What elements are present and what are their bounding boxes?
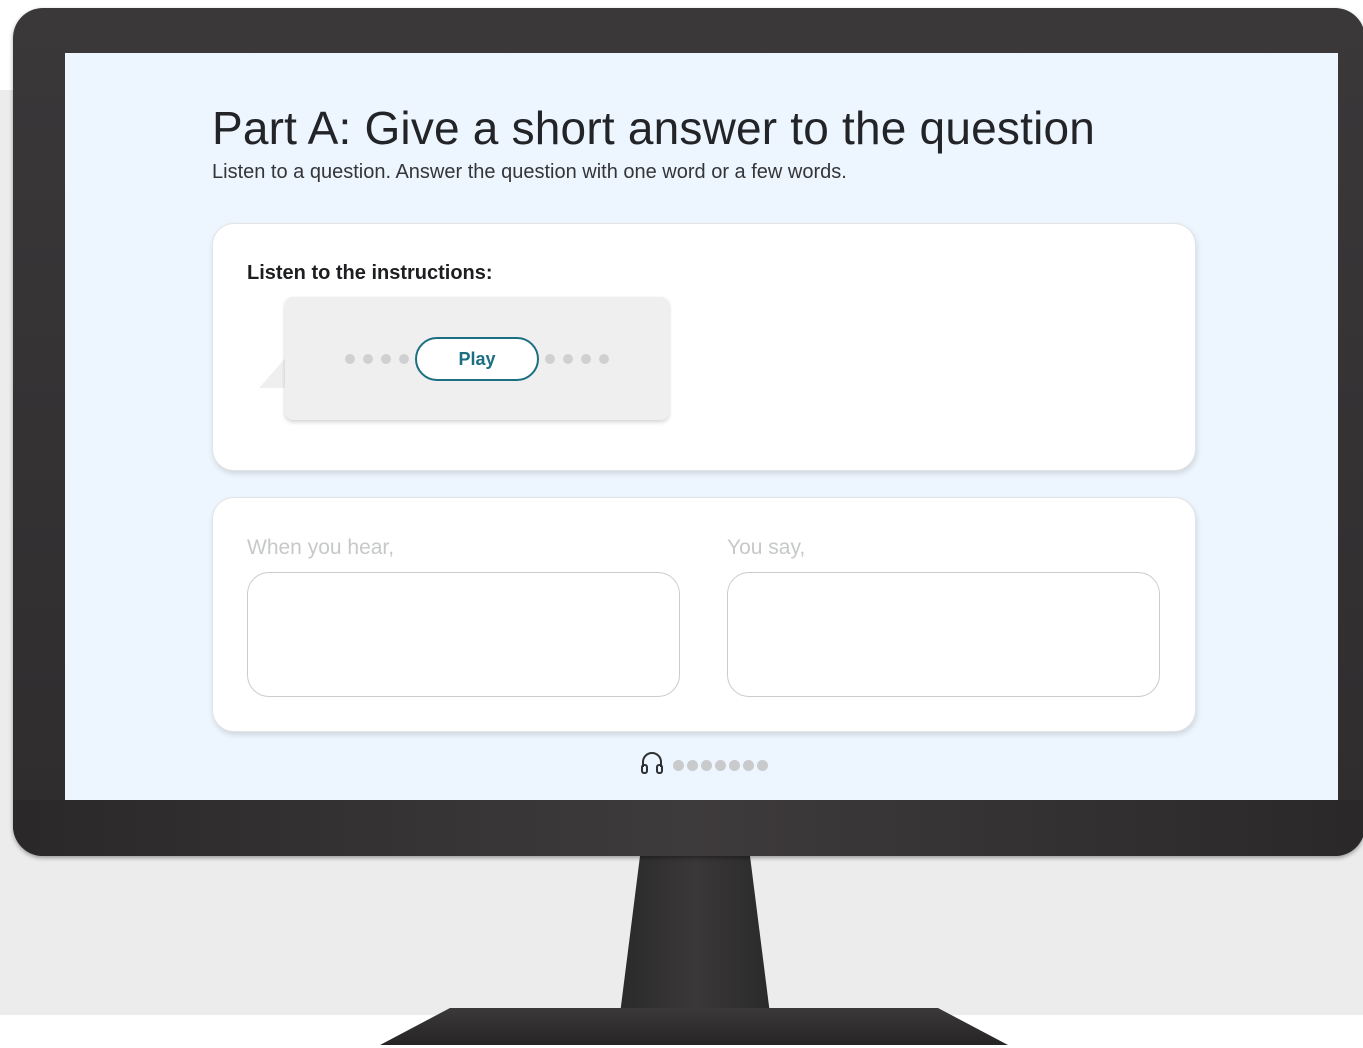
answer-card: When you hear, You say, bbox=[212, 497, 1196, 732]
progress-dot bbox=[687, 760, 698, 771]
monitor-chin bbox=[13, 800, 1363, 856]
monitor-stand-base bbox=[380, 1008, 1008, 1045]
progress-dot bbox=[673, 760, 684, 771]
audio-progress-left bbox=[345, 354, 409, 364]
footer-progress-dots bbox=[673, 760, 768, 771]
instructions-label: Listen to the instructions: bbox=[247, 262, 493, 284]
page-subtitle: Listen to a question. Answer the questio… bbox=[212, 161, 847, 183]
headphones-icon bbox=[639, 750, 665, 781]
progress-dot bbox=[345, 354, 355, 364]
progress-dot bbox=[743, 760, 754, 771]
you-say-label: You say, bbox=[727, 536, 806, 559]
audio-player: Play bbox=[345, 337, 609, 381]
progress-dot bbox=[363, 354, 373, 364]
audio-progress-right bbox=[545, 354, 609, 364]
play-button[interactable]: Play bbox=[415, 337, 539, 381]
footer-audio-indicator bbox=[639, 750, 768, 781]
progress-dot bbox=[563, 354, 573, 364]
instructions-card: Listen to the instructions: Play bbox=[212, 223, 1196, 471]
progress-dot bbox=[399, 354, 409, 364]
progress-dot bbox=[381, 354, 391, 364]
progress-dot bbox=[545, 354, 555, 364]
you-say-box bbox=[727, 572, 1160, 697]
speech-bubble: Play bbox=[285, 297, 669, 420]
progress-dot bbox=[599, 354, 609, 364]
page-title: Part A: Give a short answer to the quest… bbox=[212, 102, 1096, 154]
monitor-screen: Part A: Give a short answer to the quest… bbox=[65, 53, 1338, 800]
monitor-stand-neck bbox=[620, 856, 770, 1014]
progress-dot bbox=[757, 760, 768, 771]
progress-dot bbox=[581, 354, 591, 364]
progress-dot bbox=[715, 760, 726, 771]
progress-dot bbox=[701, 760, 712, 771]
when-you-hear-label: When you hear, bbox=[247, 536, 395, 559]
progress-dot bbox=[729, 760, 740, 771]
when-you-hear-box bbox=[247, 572, 680, 697]
